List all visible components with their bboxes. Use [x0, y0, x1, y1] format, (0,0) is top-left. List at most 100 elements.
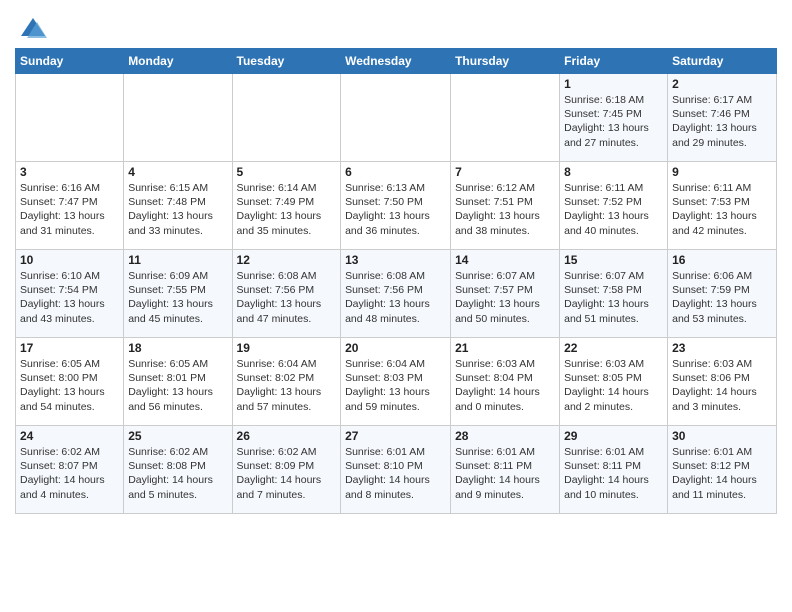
day-number: 10 [20, 253, 119, 267]
day-info: Sunrise: 6:01 AM Sunset: 8:10 PM Dayligh… [345, 445, 446, 502]
day-info: Sunrise: 6:08 AM Sunset: 7:56 PM Dayligh… [345, 269, 446, 326]
weekday-header-sunday: Sunday [16, 49, 124, 74]
day-number: 3 [20, 165, 119, 179]
day-info: Sunrise: 6:10 AM Sunset: 7:54 PM Dayligh… [20, 269, 119, 326]
day-number: 20 [345, 341, 446, 355]
day-info: Sunrise: 6:01 AM Sunset: 8:12 PM Dayligh… [672, 445, 772, 502]
weekday-header-thursday: Thursday [451, 49, 560, 74]
calendar-row-3: 17Sunrise: 6:05 AM Sunset: 8:00 PM Dayli… [16, 338, 777, 426]
day-number: 23 [672, 341, 772, 355]
day-info: Sunrise: 6:01 AM Sunset: 8:11 PM Dayligh… [564, 445, 663, 502]
day-number: 14 [455, 253, 555, 267]
day-number: 18 [128, 341, 227, 355]
day-number: 15 [564, 253, 663, 267]
calendar-cell: 3 Sunrise: 6:16 AM Sunset: 7:47 PM Daylig… [16, 162, 124, 250]
day-number: 27 [345, 429, 446, 443]
calendar-cell: 4 Sunrise: 6:15 AM Sunset: 7:48 PM Daylig… [124, 162, 232, 250]
calendar-cell: 20 Sunrise: 6:04 AM Sunset: 8:03 PM Dayli… [341, 338, 451, 426]
day-info: Sunrise: 6:06 AM Sunset: 7:59 PM Dayligh… [672, 269, 772, 326]
day-info: Sunrise: 6:12 AM Sunset: 7:51 PM Dayligh… [455, 181, 555, 238]
day-number: 24 [20, 429, 119, 443]
day-info: Sunrise: 6:15 AM Sunset: 7:48 PM Dayligh… [128, 181, 227, 238]
calendar-cell: 1Sunrise: 6:18 AM Sunset: 7:45 PM Daylig… [560, 74, 668, 162]
calendar-cell: 5 Sunrise: 6:14 AM Sunset: 7:49 PM Daylig… [232, 162, 341, 250]
day-info: Sunrise: 6:11 AM Sunset: 7:53 PM Dayligh… [672, 181, 772, 238]
day-info: Sunrise: 6:02 AM Sunset: 8:07 PM Dayligh… [20, 445, 119, 502]
day-number: 30 [672, 429, 772, 443]
day-number: 12 [237, 253, 337, 267]
calendar-cell: 30 Sunrise: 6:01 AM Sunset: 8:12 PM Dayli… [668, 426, 777, 514]
calendar-cell [341, 74, 451, 162]
calendar-cell [232, 74, 341, 162]
logo [15, 14, 47, 42]
day-number: 9 [672, 165, 772, 179]
day-number: 25 [128, 429, 227, 443]
calendar-cell: 9 Sunrise: 6:11 AM Sunset: 7:53 PM Daylig… [668, 162, 777, 250]
calendar-cell: 16Sunrise: 6:06 AM Sunset: 7:59 PM Dayli… [668, 250, 777, 338]
calendar-row-0: 1Sunrise: 6:18 AM Sunset: 7:45 PM Daylig… [16, 74, 777, 162]
calendar-cell: 28Sunrise: 6:01 AM Sunset: 8:11 PM Dayli… [451, 426, 560, 514]
calendar-cell: 14Sunrise: 6:07 AM Sunset: 7:57 PM Dayli… [451, 250, 560, 338]
calendar-row-1: 3 Sunrise: 6:16 AM Sunset: 7:47 PM Daylig… [16, 162, 777, 250]
calendar-cell: 22 Sunrise: 6:03 AM Sunset: 8:05 PM Dayli… [560, 338, 668, 426]
weekday-header-wednesday: Wednesday [341, 49, 451, 74]
calendar-cell: 25 Sunrise: 6:02 AM Sunset: 8:08 PM Dayli… [124, 426, 232, 514]
day-info: Sunrise: 6:14 AM Sunset: 7:49 PM Dayligh… [237, 181, 337, 238]
weekday-header-tuesday: Tuesday [232, 49, 341, 74]
day-info: Sunrise: 6:11 AM Sunset: 7:52 PM Dayligh… [564, 181, 663, 238]
weekday-header-monday: Monday [124, 49, 232, 74]
day-number: 21 [455, 341, 555, 355]
day-info: Sunrise: 6:04 AM Sunset: 8:03 PM Dayligh… [345, 357, 446, 414]
day-info: Sunrise: 6:08 AM Sunset: 7:56 PM Dayligh… [237, 269, 337, 326]
calendar-cell: 15 Sunrise: 6:07 AM Sunset: 7:58 PM Dayli… [560, 250, 668, 338]
logo-icon [19, 14, 47, 42]
day-number: 22 [564, 341, 663, 355]
day-info: Sunrise: 6:07 AM Sunset: 7:58 PM Dayligh… [564, 269, 663, 326]
day-info: Sunrise: 6:02 AM Sunset: 8:08 PM Dayligh… [128, 445, 227, 502]
weekday-header-friday: Friday [560, 49, 668, 74]
day-number: 8 [564, 165, 663, 179]
calendar-cell: 19 Sunrise: 6:04 AM Sunset: 8:02 PM Dayli… [232, 338, 341, 426]
day-number: 26 [237, 429, 337, 443]
day-number: 19 [237, 341, 337, 355]
day-number: 1 [564, 77, 663, 91]
day-number: 5 [237, 165, 337, 179]
calendar-cell: 12 Sunrise: 6:08 AM Sunset: 7:56 PM Dayli… [232, 250, 341, 338]
calendar-cell [16, 74, 124, 162]
calendar-cell [451, 74, 560, 162]
calendar-row-4: 24 Sunrise: 6:02 AM Sunset: 8:07 PM Dayli… [16, 426, 777, 514]
calendar-cell: 29 Sunrise: 6:01 AM Sunset: 8:11 PM Dayli… [560, 426, 668, 514]
calendar-cell: 27 Sunrise: 6:01 AM Sunset: 8:10 PM Dayli… [341, 426, 451, 514]
calendar-cell: 24 Sunrise: 6:02 AM Sunset: 8:07 PM Dayli… [16, 426, 124, 514]
day-info: Sunrise: 6:05 AM Sunset: 8:01 PM Dayligh… [128, 357, 227, 414]
calendar-cell: 23 Sunrise: 6:03 AM Sunset: 8:06 PM Dayli… [668, 338, 777, 426]
calendar-cell: 26Sunrise: 6:02 AM Sunset: 8:09 PM Dayli… [232, 426, 341, 514]
day-number: 6 [345, 165, 446, 179]
calendar-row-2: 10 Sunrise: 6:10 AM Sunset: 7:54 PM Dayli… [16, 250, 777, 338]
day-info: Sunrise: 6:04 AM Sunset: 8:02 PM Dayligh… [237, 357, 337, 414]
day-info: Sunrise: 6:17 AM Sunset: 7:46 PM Dayligh… [672, 93, 772, 150]
calendar-cell: 7Sunrise: 6:12 AM Sunset: 7:51 PM Daylig… [451, 162, 560, 250]
day-number: 11 [128, 253, 227, 267]
day-info: Sunrise: 6:03 AM Sunset: 8:06 PM Dayligh… [672, 357, 772, 414]
calendar-cell: 6 Sunrise: 6:13 AM Sunset: 7:50 PM Daylig… [341, 162, 451, 250]
calendar-table: SundayMondayTuesdayWednesdayThursdayFrid… [15, 48, 777, 514]
day-number: 2 [672, 77, 772, 91]
day-info: Sunrise: 6:03 AM Sunset: 8:05 PM Dayligh… [564, 357, 663, 414]
calendar-cell: 8 Sunrise: 6:11 AM Sunset: 7:52 PM Daylig… [560, 162, 668, 250]
calendar-body: 1Sunrise: 6:18 AM Sunset: 7:45 PM Daylig… [16, 74, 777, 514]
day-info: Sunrise: 6:05 AM Sunset: 8:00 PM Dayligh… [20, 357, 119, 414]
day-number: 29 [564, 429, 663, 443]
calendar-cell: 11 Sunrise: 6:09 AM Sunset: 7:55 PM Dayli… [124, 250, 232, 338]
day-info: Sunrise: 6:09 AM Sunset: 7:55 PM Dayligh… [128, 269, 227, 326]
day-number: 4 [128, 165, 227, 179]
calendar-cell: 13Sunrise: 6:08 AM Sunset: 7:56 PM Dayli… [341, 250, 451, 338]
day-number: 28 [455, 429, 555, 443]
calendar-cell: 21 Sunrise: 6:03 AM Sunset: 8:04 PM Dayli… [451, 338, 560, 426]
calendar-header: SundayMondayTuesdayWednesdayThursdayFrid… [16, 49, 777, 74]
day-info: Sunrise: 6:03 AM Sunset: 8:04 PM Dayligh… [455, 357, 555, 414]
weekday-header-saturday: Saturday [668, 49, 777, 74]
day-info: Sunrise: 6:16 AM Sunset: 7:47 PM Dayligh… [20, 181, 119, 238]
calendar-cell: 10 Sunrise: 6:10 AM Sunset: 7:54 PM Dayli… [16, 250, 124, 338]
day-info: Sunrise: 6:13 AM Sunset: 7:50 PM Dayligh… [345, 181, 446, 238]
